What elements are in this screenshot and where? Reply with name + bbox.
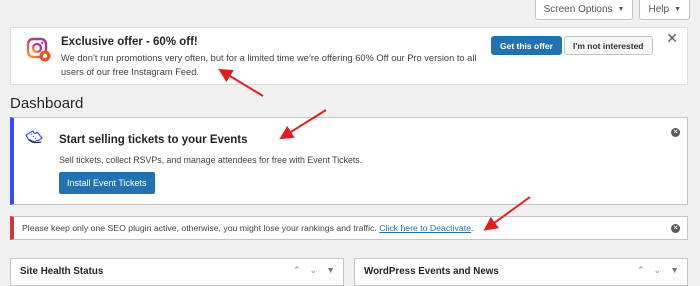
promo-text: We don’t run promotions very often, but … xyxy=(61,53,477,77)
close-icon[interactable]: ✕ xyxy=(666,31,678,45)
seo-warning-notice: Please keep only one SEO plugin active, … xyxy=(10,216,688,240)
toggle-panel-icon[interactable]: ▼ xyxy=(670,264,679,276)
caret-down-icon: ▼ xyxy=(674,6,681,13)
widget-title: Site Health Status xyxy=(20,266,104,277)
seo-notice-text: Please keep only one SEO plugin active, … xyxy=(22,223,377,233)
screen-meta-links: Screen Options ▼ Help ▼ xyxy=(534,0,690,20)
get-offer-button[interactable]: Get this offer xyxy=(491,36,562,55)
widget-controls: ⌃ ⌄ ▼ xyxy=(293,264,335,276)
tickets-notice-text: Sell tickets, collect RSVPs, and manage … xyxy=(59,155,363,165)
move-up-icon[interactable]: ⌃ xyxy=(293,264,301,276)
help-label: Help xyxy=(648,4,670,15)
site-health-widget: Site Health Status ⌃ ⌄ ▼ xyxy=(10,258,344,286)
screen-options-button[interactable]: Screen Options ▼ xyxy=(534,0,634,20)
move-down-icon[interactable]: ⌄ xyxy=(654,264,662,276)
move-up-icon[interactable]: ⌃ xyxy=(637,264,645,276)
page-title: Dashboard xyxy=(10,95,84,112)
dismiss-icon[interactable]: ✕ xyxy=(671,128,680,137)
tickets-notice-title: Start selling tickets to your Events xyxy=(59,134,248,146)
deactivate-link[interactable]: Click here to Deactivate xyxy=(379,223,471,233)
help-button[interactable]: Help ▼ xyxy=(639,0,690,20)
dismiss-icon[interactable]: ✕ xyxy=(671,224,680,233)
promo-title: Exclusive offer - 60% off! xyxy=(61,36,198,48)
instagram-feed-logo-icon xyxy=(26,37,51,62)
widget-controls: ⌃ ⌄ ▼ xyxy=(637,264,679,276)
caret-down-icon: ▼ xyxy=(617,6,625,13)
install-event-tickets-button[interactable]: Install Event Tickets xyxy=(59,172,155,194)
event-tickets-notice: Start selling tickets to your Events Sel… xyxy=(10,117,688,205)
screen-options-label: Screen Options xyxy=(543,4,613,15)
widget-title: WordPress Events and News xyxy=(364,266,499,277)
ticket-icon xyxy=(25,130,43,144)
not-interested-button[interactable]: I'm not interested xyxy=(564,36,653,55)
wordpress-events-widget: WordPress Events and News ⌃ ⌄ ▼ xyxy=(354,258,688,286)
seo-notice-suffix: . xyxy=(470,223,474,233)
promo-notice: Exclusive offer - 60% off! We don’t run … xyxy=(10,27,688,85)
toggle-panel-icon[interactable]: ▼ xyxy=(326,264,335,276)
move-down-icon[interactable]: ⌄ xyxy=(310,264,318,276)
seo-notice-message: Please keep only one SEO plugin active, … xyxy=(22,223,473,233)
